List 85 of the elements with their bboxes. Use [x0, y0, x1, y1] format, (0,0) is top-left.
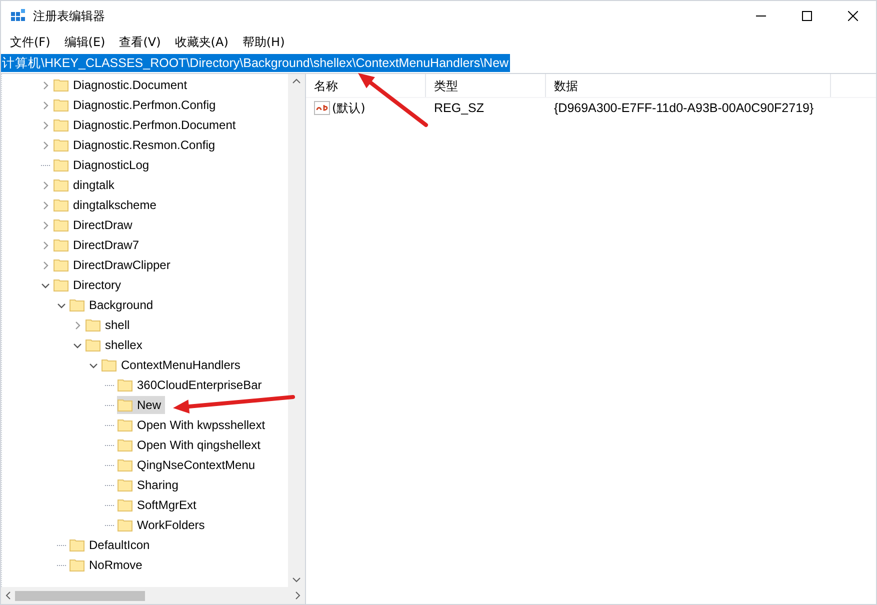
folder-icon [53, 78, 69, 92]
menu-item[interactable]: 查看(V) [112, 33, 168, 51]
folder-icon [117, 378, 133, 392]
table-cell-text: REG_SZ [433, 100, 486, 117]
table-cell-text: (默认) [332, 100, 366, 117]
tree-item[interactable]: New [117, 396, 166, 414]
tree-item[interactable]: Open With kwpsshellext [117, 416, 270, 434]
tree-item[interactable]: dingtalkscheme [53, 196, 160, 214]
registry-app-icon [10, 8, 26, 24]
string-value-icon [314, 101, 330, 115]
folder-icon [117, 478, 133, 492]
folder-icon [117, 438, 133, 452]
tree-item[interactable]: Open With qingshellext [117, 436, 264, 454]
folder-icon [85, 338, 101, 352]
close-icon [848, 11, 858, 21]
menu-item[interactable]: 收藏夹(A) [168, 33, 236, 51]
tree-item[interactable]: shell [85, 316, 134, 334]
folder-icon [85, 318, 101, 332]
folder-icon [117, 398, 133, 412]
table-cell-text: {D969A300-E7FF-11d0-A93B-00A0C90F2719} [553, 100, 814, 117]
folder-icon [53, 218, 69, 232]
folder-icon [117, 518, 133, 532]
folder-icon [53, 98, 69, 112]
chevron-down-icon[interactable] [41, 280, 50, 290]
tree-item[interactable]: ContextMenuHandlers [101, 356, 244, 374]
chevron-down-icon[interactable] [73, 340, 82, 350]
tree-item[interactable]: NoRmove [69, 556, 146, 574]
chevron-right-icon[interactable] [41, 260, 50, 270]
chevron-right-icon[interactable] [41, 180, 50, 190]
tree-item[interactable]: Diagnostic.Document [53, 76, 192, 94]
vertical-scrollbar[interactable] [288, 74, 305, 587]
column-header[interactable]: 数据 [546, 74, 831, 97]
tree-item[interactable]: QingNseContextMenu [117, 456, 260, 474]
chevron-right-icon[interactable] [41, 80, 50, 90]
folder-icon [69, 558, 85, 572]
scroll-left-icon[interactable] [5, 591, 11, 600]
tree-item[interactable]: Sharing [117, 476, 182, 494]
folder-icon [53, 278, 69, 292]
column-header[interactable]: 类型 [426, 74, 546, 97]
tree-item[interactable]: Diagnostic.Resmon.Config [53, 136, 220, 154]
chevron-right-icon[interactable] [73, 320, 82, 330]
folder-icon [53, 238, 69, 252]
scroll-down-icon[interactable] [292, 577, 301, 583]
scroll-right-icon[interactable] [295, 591, 301, 600]
menu-item[interactable]: 文件(F) [3, 33, 58, 51]
tree-item[interactable]: dingtalk [53, 176, 118, 194]
tree-item[interactable]: Diagnostic.Perfmon.Config [53, 96, 220, 114]
folder-icon [101, 358, 117, 372]
tree-item[interactable]: DefaultIcon [69, 536, 154, 554]
tree-item[interactable]: DirectDraw7 [53, 236, 144, 254]
tree-item[interactable]: Directory [53, 276, 126, 294]
folder-icon [117, 418, 133, 432]
tree-item[interactable]: DirectDraw [53, 216, 136, 234]
tree-item[interactable]: 360CloudEnterpriseBar [117, 376, 266, 394]
chevron-right-icon[interactable] [41, 240, 50, 250]
chevron-down-icon[interactable] [57, 300, 66, 310]
folder-icon [53, 258, 69, 272]
folder-icon [53, 138, 69, 152]
chevron-right-icon[interactable] [41, 120, 50, 130]
folder-icon [69, 298, 85, 312]
folder-icon [117, 498, 133, 512]
folder-icon [53, 198, 69, 212]
window-title: 注册表编辑器 [33, 8, 105, 25]
folder-icon [69, 538, 85, 552]
chevron-right-icon[interactable] [41, 200, 50, 210]
chevron-right-icon[interactable] [41, 140, 50, 150]
chevron-down-icon[interactable] [89, 360, 98, 370]
tree-item[interactable]: Background [69, 296, 158, 314]
tree-item[interactable]: shellex [85, 336, 146, 354]
folder-icon [117, 458, 133, 472]
folder-icon [53, 118, 69, 132]
tree-item[interactable]: DirectDrawClipper [53, 256, 174, 274]
chevron-right-icon[interactable] [41, 220, 50, 230]
menu-item[interactable]: 帮助(H) [235, 33, 292, 51]
tree-item[interactable]: DiagnosticLog [53, 156, 154, 174]
maximize-icon [802, 11, 812, 21]
horizontal-scrollbar[interactable] [1, 587, 305, 604]
folder-icon [53, 178, 69, 192]
menu-item[interactable]: 编辑(E) [57, 33, 112, 51]
tree-item[interactable]: Diagnostic.Perfmon.Document [53, 116, 240, 134]
folder-icon [53, 158, 69, 172]
chevron-right-icon[interactable] [41, 100, 50, 110]
tree-item[interactable]: SoftMgrExt [117, 496, 200, 514]
scroll-up-icon[interactable] [292, 78, 301, 84]
tree-item[interactable]: WorkFolders [117, 516, 209, 534]
